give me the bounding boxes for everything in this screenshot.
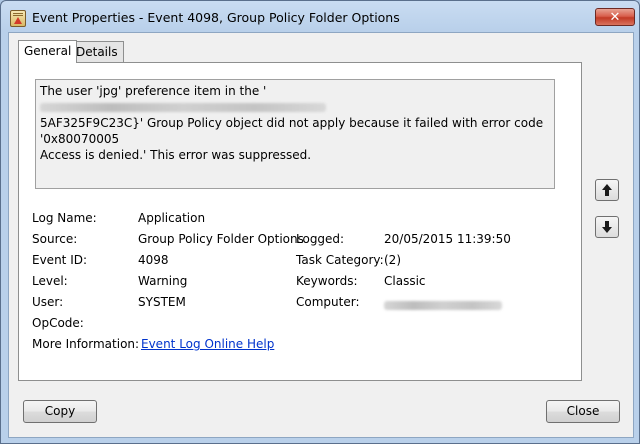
source-value: Group Policy Folder Options (138, 232, 304, 246)
more-information-label: More Information: (32, 337, 140, 351)
redacted-gpo-name (40, 103, 326, 112)
log-name-value: Application (138, 211, 206, 225)
keywords-label: Keywords: (296, 274, 358, 288)
level-value: Warning (138, 274, 188, 288)
task-category-label: Task Category: (296, 253, 384, 267)
title-bar[interactable]: Event Properties - Event 4098, Group Pol… (1, 1, 639, 35)
event-viewer-icon (10, 10, 26, 27)
window-close-button[interactable]: ✕ (595, 8, 635, 26)
user-label: User: (32, 295, 64, 309)
log-name-label: Log Name: (32, 211, 97, 225)
description-line-1: The user 'jpg' preference item in the ' (40, 83, 550, 115)
level-label: Level: (32, 274, 68, 288)
tab-general[interactable]: General (18, 40, 78, 63)
description-line-3: Access is denied.' This error was suppre… (40, 147, 550, 163)
source-label: Source: (32, 232, 78, 246)
tab-general-label: General (24, 44, 72, 58)
description-line-3-text: Access is denied.' This error was suppre… (40, 148, 312, 162)
dialog-client-area: General Details The user 'jpg' preferenc… (8, 32, 634, 438)
arrow-up-icon (602, 184, 612, 196)
tab-details-label: Details (76, 45, 118, 59)
event-id-value: 4098 (138, 253, 169, 267)
user-value: SYSTEM (138, 295, 186, 309)
computer-value-redacted (384, 298, 502, 312)
logged-value: 20/05/2015 11:39:50 (384, 232, 511, 246)
tab-details[interactable]: Details (70, 41, 124, 62)
description-line-1-text: The user 'jpg' preference item in the ' (40, 84, 267, 98)
arrow-down-icon (602, 221, 612, 233)
previous-event-button[interactable] (595, 179, 619, 201)
opcode-label: OpCode: (32, 316, 84, 330)
task-category-value: (2) (384, 253, 401, 267)
next-event-button[interactable] (595, 216, 619, 238)
event-properties-window: Event Properties - Event 4098, Group Pol… (0, 0, 640, 444)
copy-button[interactable]: Copy (23, 400, 97, 423)
description-line-2: 5AF325F9C23C}' Group Policy object did n… (40, 115, 550, 147)
event-log-online-help-link[interactable]: Event Log Online Help (141, 337, 274, 351)
event-id-label: Event ID: (32, 253, 88, 267)
redacted-computer-name (384, 301, 502, 310)
close-icon: ✕ (609, 10, 621, 25)
general-tab-panel: The user 'jpg' preference item in the ' … (18, 62, 582, 381)
window-title: Event Properties - Event 4098, Group Pol… (32, 10, 400, 25)
computer-label: Computer: (296, 295, 360, 309)
keywords-value: Classic (384, 274, 426, 288)
close-button[interactable]: Close (546, 400, 620, 423)
event-description-box[interactable]: The user 'jpg' preference item in the ' … (35, 79, 555, 189)
logged-label: Logged: (296, 232, 345, 246)
description-line-2-text: 5AF325F9C23C}' Group Policy object did n… (40, 116, 544, 146)
